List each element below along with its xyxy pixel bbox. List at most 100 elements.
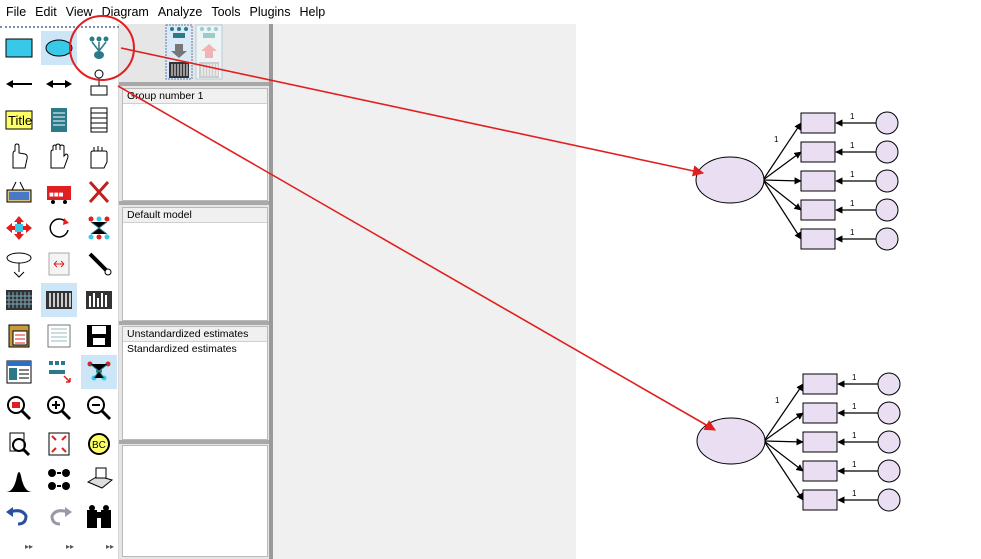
menu-edit[interactable]: Edit bbox=[31, 0, 62, 24]
select-one-object-icon bbox=[12, 143, 28, 169]
move-objects-icon[interactable]: ■■■ bbox=[41, 175, 77, 209]
toolbox-scroll-icon[interactable]: ▸▸ bbox=[106, 542, 114, 551]
zoom-in-icon bbox=[47, 396, 72, 421]
resize-to-page-icon[interactable] bbox=[41, 427, 77, 461]
select-all-objects-icon[interactable] bbox=[41, 139, 77, 173]
scroll-icon[interactable] bbox=[41, 247, 77, 281]
resize-to-page-icon bbox=[48, 432, 70, 456]
files-panel bbox=[122, 445, 268, 557]
object-properties-icon bbox=[6, 360, 32, 384]
deselect-all-objects-icon bbox=[90, 146, 108, 169]
rotate-indicators-icon[interactable] bbox=[41, 211, 77, 245]
preserve-symmetries-icon[interactable] bbox=[81, 355, 117, 389]
magnify-icon[interactable]: BC bbox=[81, 427, 117, 461]
menu-plugins[interactable]: Plugins bbox=[246, 0, 296, 24]
zoom-in-icon[interactable] bbox=[41, 391, 77, 425]
figure-caption-icon[interactable]: Title bbox=[1, 103, 37, 137]
list-variables-in-model-icon[interactable] bbox=[41, 103, 77, 137]
toolbox-grip bbox=[0, 26, 119, 29]
move-parameter-icon[interactable] bbox=[1, 247, 37, 281]
magnify-icon: BC bbox=[88, 433, 110, 455]
copy-to-clipboard-icon[interactable] bbox=[1, 319, 37, 353]
draw-unobserved-variable-icon[interactable] bbox=[41, 31, 77, 65]
draw-unique-variable-icon[interactable] bbox=[81, 67, 117, 101]
select-one-object-icon[interactable] bbox=[1, 139, 37, 173]
erase-objects-icon[interactable] bbox=[81, 175, 117, 209]
drag-properties-icon bbox=[49, 361, 71, 383]
zoom-select-icon[interactable] bbox=[1, 391, 37, 425]
calculate-estimates-icon[interactable] bbox=[81, 283, 117, 317]
panel-divider[interactable] bbox=[119, 82, 269, 86]
menu-diagram[interactable]: Diagram bbox=[98, 0, 154, 24]
deselect-all-objects-icon[interactable] bbox=[81, 139, 117, 173]
preserve-symmetries-icon bbox=[87, 361, 111, 381]
draw-covariance-icon bbox=[46, 80, 72, 88]
specification-search-icon bbox=[87, 505, 111, 528]
select-all-objects-icon bbox=[50, 143, 69, 169]
svg-text:■■■: ■■■ bbox=[49, 190, 64, 199]
draw-covariance-icon[interactable] bbox=[41, 67, 77, 101]
toolbox-scroll-icon[interactable]: ▸▸ bbox=[66, 542, 74, 551]
draw-latent-indicator-icon[interactable] bbox=[81, 31, 117, 65]
object-properties-icon[interactable] bbox=[1, 355, 37, 389]
menu-tools[interactable]: Tools bbox=[207, 0, 245, 24]
duplicate-objects-icon[interactable] bbox=[1, 175, 37, 209]
toolbox-scroll-icon[interactable]: ▸▸ bbox=[25, 542, 33, 551]
change-shape-icon[interactable] bbox=[1, 211, 37, 245]
panel-divider[interactable] bbox=[119, 440, 269, 444]
menu-help[interactable]: Help bbox=[296, 0, 331, 24]
panel-divider[interactable] bbox=[119, 201, 269, 205]
calculate-estimates-icon bbox=[86, 291, 112, 309]
analysis-properties-icon[interactable] bbox=[41, 283, 77, 317]
touch-up-icon bbox=[88, 252, 112, 276]
draw-unobserved-variable-icon bbox=[45, 39, 73, 57]
draw-path-icon bbox=[6, 80, 32, 88]
scroll-icon bbox=[48, 252, 70, 276]
model-item[interactable]: Default model bbox=[123, 208, 267, 223]
save-diagram-icon[interactable] bbox=[81, 319, 117, 353]
view-output-path-diagram-button[interactable] bbox=[195, 24, 223, 80]
model-panels: Group number 1 Default model Unstandardi… bbox=[119, 24, 269, 559]
undo-icon[interactable] bbox=[1, 499, 37, 533]
group-item[interactable]: Group number 1 bbox=[123, 89, 267, 104]
zoom-out-icon bbox=[87, 396, 112, 421]
specification-search-icon[interactable] bbox=[81, 499, 117, 533]
zoom-out-icon[interactable] bbox=[81, 391, 117, 425]
save-diagram-icon bbox=[87, 325, 111, 347]
panel-divider[interactable] bbox=[119, 321, 269, 325]
menu-view[interactable]: View bbox=[62, 0, 98, 24]
degrees-of-freedom-icon[interactable] bbox=[1, 463, 37, 497]
drawing-area[interactable] bbox=[576, 24, 981, 559]
figure-caption-icon: Title bbox=[5, 110, 33, 130]
redo-icon[interactable] bbox=[41, 499, 77, 533]
draw-unique-variable-icon bbox=[90, 69, 108, 96]
draw-path-icon[interactable] bbox=[1, 67, 37, 101]
show-page-icon bbox=[9, 432, 31, 457]
menu-analyze[interactable]: Analyze bbox=[154, 0, 207, 24]
drag-properties-icon[interactable] bbox=[41, 355, 77, 389]
workspace-margin bbox=[273, 24, 576, 559]
print-icon bbox=[86, 467, 114, 489]
move-objects-icon: ■■■ bbox=[47, 186, 71, 204]
degrees-of-freedom-icon bbox=[6, 472, 32, 492]
draw-observed-variable-icon[interactable] bbox=[1, 31, 37, 65]
show-page-icon[interactable] bbox=[1, 427, 37, 461]
select-data-files-icon bbox=[6, 290, 32, 310]
reflect-indicators-icon[interactable] bbox=[81, 211, 117, 245]
view-input-path-diagram-button[interactable] bbox=[165, 24, 193, 80]
list-variables-in-dataset-icon[interactable] bbox=[81, 103, 117, 137]
select-data-files-icon[interactable] bbox=[1, 283, 37, 317]
duplicate-objects-icon bbox=[6, 181, 32, 203]
standardized-estimates-item[interactable]: Standardized estimates bbox=[123, 342, 267, 357]
unstandardized-estimates-item[interactable]: Unstandardized estimates bbox=[123, 327, 267, 342]
list-variables-in-model-icon bbox=[51, 108, 67, 132]
multiple-group-icon[interactable] bbox=[41, 463, 77, 497]
view-text-icon[interactable] bbox=[41, 319, 77, 353]
touch-up-icon[interactable] bbox=[81, 247, 117, 281]
models-panel: Default model bbox=[122, 207, 268, 321]
erase-objects-icon bbox=[88, 180, 110, 204]
menu-file[interactable]: File bbox=[2, 0, 31, 24]
print-icon[interactable] bbox=[81, 463, 117, 497]
draw-observed-variable-icon bbox=[5, 38, 33, 58]
view-text-icon bbox=[47, 324, 71, 348]
